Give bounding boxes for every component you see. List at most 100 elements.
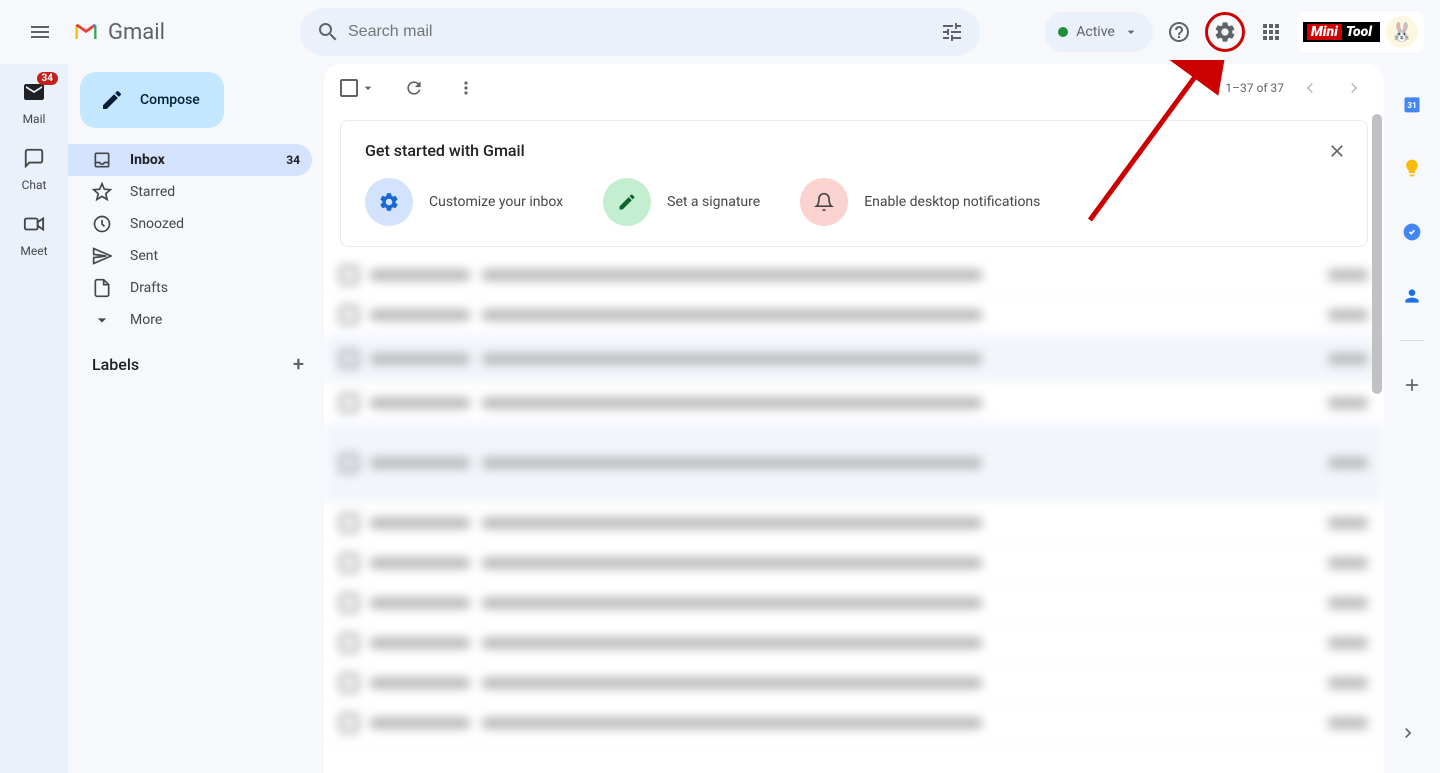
chevron-left-icon (1300, 78, 1320, 98)
refresh-icon (404, 78, 424, 98)
keep-icon (1402, 158, 1422, 178)
sent-label: Sent (130, 248, 158, 264)
sidebar-item-inbox[interactable]: Inbox 34 (68, 144, 312, 176)
apps-button[interactable] (1251, 12, 1291, 52)
email-row[interactable] (324, 623, 1384, 663)
email-row[interactable] (324, 703, 1384, 743)
refresh-button[interactable] (396, 70, 432, 106)
help-icon (1167, 20, 1191, 44)
chevron-right-icon (1344, 78, 1364, 98)
email-row[interactable] (324, 543, 1384, 583)
header-right: Active MiniTool 🐰 (1044, 12, 1424, 52)
email-row[interactable] (324, 503, 1384, 543)
gs-customize[interactable]: Customize your inbox (365, 178, 563, 226)
search-options-button[interactable] (932, 12, 972, 52)
right-panel: 31 (1384, 64, 1440, 773)
support-button[interactable] (1159, 12, 1199, 52)
search-input[interactable] (348, 23, 932, 41)
email-row[interactable] (324, 255, 1384, 295)
app-name: Gmail (108, 20, 165, 45)
more-vert-icon (456, 78, 476, 98)
calendar-app[interactable]: 31 (1392, 84, 1432, 124)
labels-title: Labels (92, 355, 139, 374)
toolbar: 1–37 of 37 (324, 64, 1384, 112)
snoozed-label: Snoozed (130, 216, 184, 232)
add-label-button[interactable]: + (293, 352, 304, 376)
next-page-button[interactable] (1336, 70, 1372, 106)
sidebar-item-sent[interactable]: Sent (68, 240, 312, 272)
email-row[interactable] (324, 335, 1384, 383)
gs-notifications[interactable]: Enable desktop notifications (800, 178, 1040, 226)
compose-button[interactable]: Compose (80, 72, 224, 128)
sidebar-item-snoozed[interactable]: Snoozed (68, 208, 312, 240)
star-icon (92, 182, 112, 202)
avatar[interactable]: 🐰 (1386, 16, 1418, 48)
more-options-button[interactable] (448, 70, 484, 106)
search-button[interactable] (308, 12, 348, 52)
email-row[interactable] (324, 423, 1384, 503)
email-row[interactable] (324, 583, 1384, 623)
brand-box[interactable]: MiniTool 🐰 (1297, 12, 1424, 52)
prev-page-button[interactable] (1292, 70, 1328, 106)
contacts-app[interactable] (1392, 276, 1432, 316)
status-chip[interactable]: Active (1044, 12, 1153, 52)
rail-meet[interactable]: Meet (6, 204, 62, 262)
gs-signature[interactable]: Set a signature (603, 178, 760, 226)
hamburger-icon (28, 20, 52, 44)
main-menu-button[interactable] (16, 8, 64, 56)
inbox-icon (92, 150, 112, 170)
email-list[interactable] (324, 255, 1384, 773)
chevron-down-icon (92, 310, 112, 330)
keep-app[interactable] (1392, 148, 1432, 188)
email-row[interactable] (324, 663, 1384, 703)
chevron-right-icon (1398, 723, 1418, 743)
mail-badge: 34 (37, 72, 58, 85)
minitool-logo: MiniTool (1303, 22, 1380, 42)
search-icon (316, 20, 340, 44)
sidebar-item-drafts[interactable]: Drafts (68, 272, 312, 304)
sidebar: Compose Inbox 34 Starred Snoozed Sent Dr… (68, 64, 324, 773)
gs-notifications-text: Enable desktop notifications (864, 194, 1040, 210)
meet-icon (23, 213, 45, 235)
main-content: 1–37 of 37 Get started with Gmail Custom… (324, 64, 1384, 773)
pagination-text: 1–37 of 37 (1225, 81, 1284, 95)
starred-label: Starred (130, 184, 175, 200)
sidebar-item-starred[interactable]: Starred (68, 176, 312, 208)
clock-icon (92, 214, 112, 234)
labels-header: Labels + (68, 336, 324, 384)
add-app-button[interactable] (1392, 365, 1432, 405)
get-started-card: Get started with Gmail Customize your in… (340, 120, 1368, 247)
calendar-icon: 31 (1402, 94, 1422, 114)
tasks-icon (1402, 222, 1422, 242)
close-get-started-button[interactable] (1323, 137, 1351, 165)
gs-customize-text: Customize your inbox (429, 194, 563, 210)
rail-meet-label: Meet (20, 244, 47, 258)
send-icon (92, 246, 112, 266)
chat-icon (23, 147, 45, 169)
rail-chat[interactable]: Chat (6, 138, 62, 196)
email-row[interactable] (324, 383, 1384, 423)
inbox-label: Inbox (130, 152, 165, 168)
settings-button[interactable] (1205, 12, 1245, 52)
file-icon (92, 278, 112, 298)
apps-icon (1259, 20, 1283, 44)
email-row[interactable] (324, 295, 1384, 335)
plus-icon (1402, 375, 1422, 395)
rail-mail[interactable]: 34 Mail (6, 72, 62, 130)
left-rail: 34 Mail Chat Meet (0, 64, 68, 773)
select-all-checkbox[interactable] (336, 75, 380, 101)
search-bar[interactable] (300, 8, 980, 56)
dropdown-icon (360, 80, 376, 96)
toolbar-right: 1–37 of 37 (1225, 70, 1372, 106)
tune-icon (940, 20, 964, 44)
gmail-logo[interactable]: Gmail (72, 18, 292, 46)
gear-icon (378, 191, 400, 213)
tasks-app[interactable] (1392, 212, 1432, 252)
expand-side-panel[interactable] (1388, 713, 1428, 753)
sidebar-item-more[interactable]: More (68, 304, 312, 336)
chevron-down-icon (1123, 24, 1139, 40)
scrollbar[interactable] (1370, 112, 1384, 773)
pen-icon (617, 192, 637, 212)
status-dot-icon (1058, 27, 1068, 37)
get-started-title: Get started with Gmail (365, 141, 1343, 160)
